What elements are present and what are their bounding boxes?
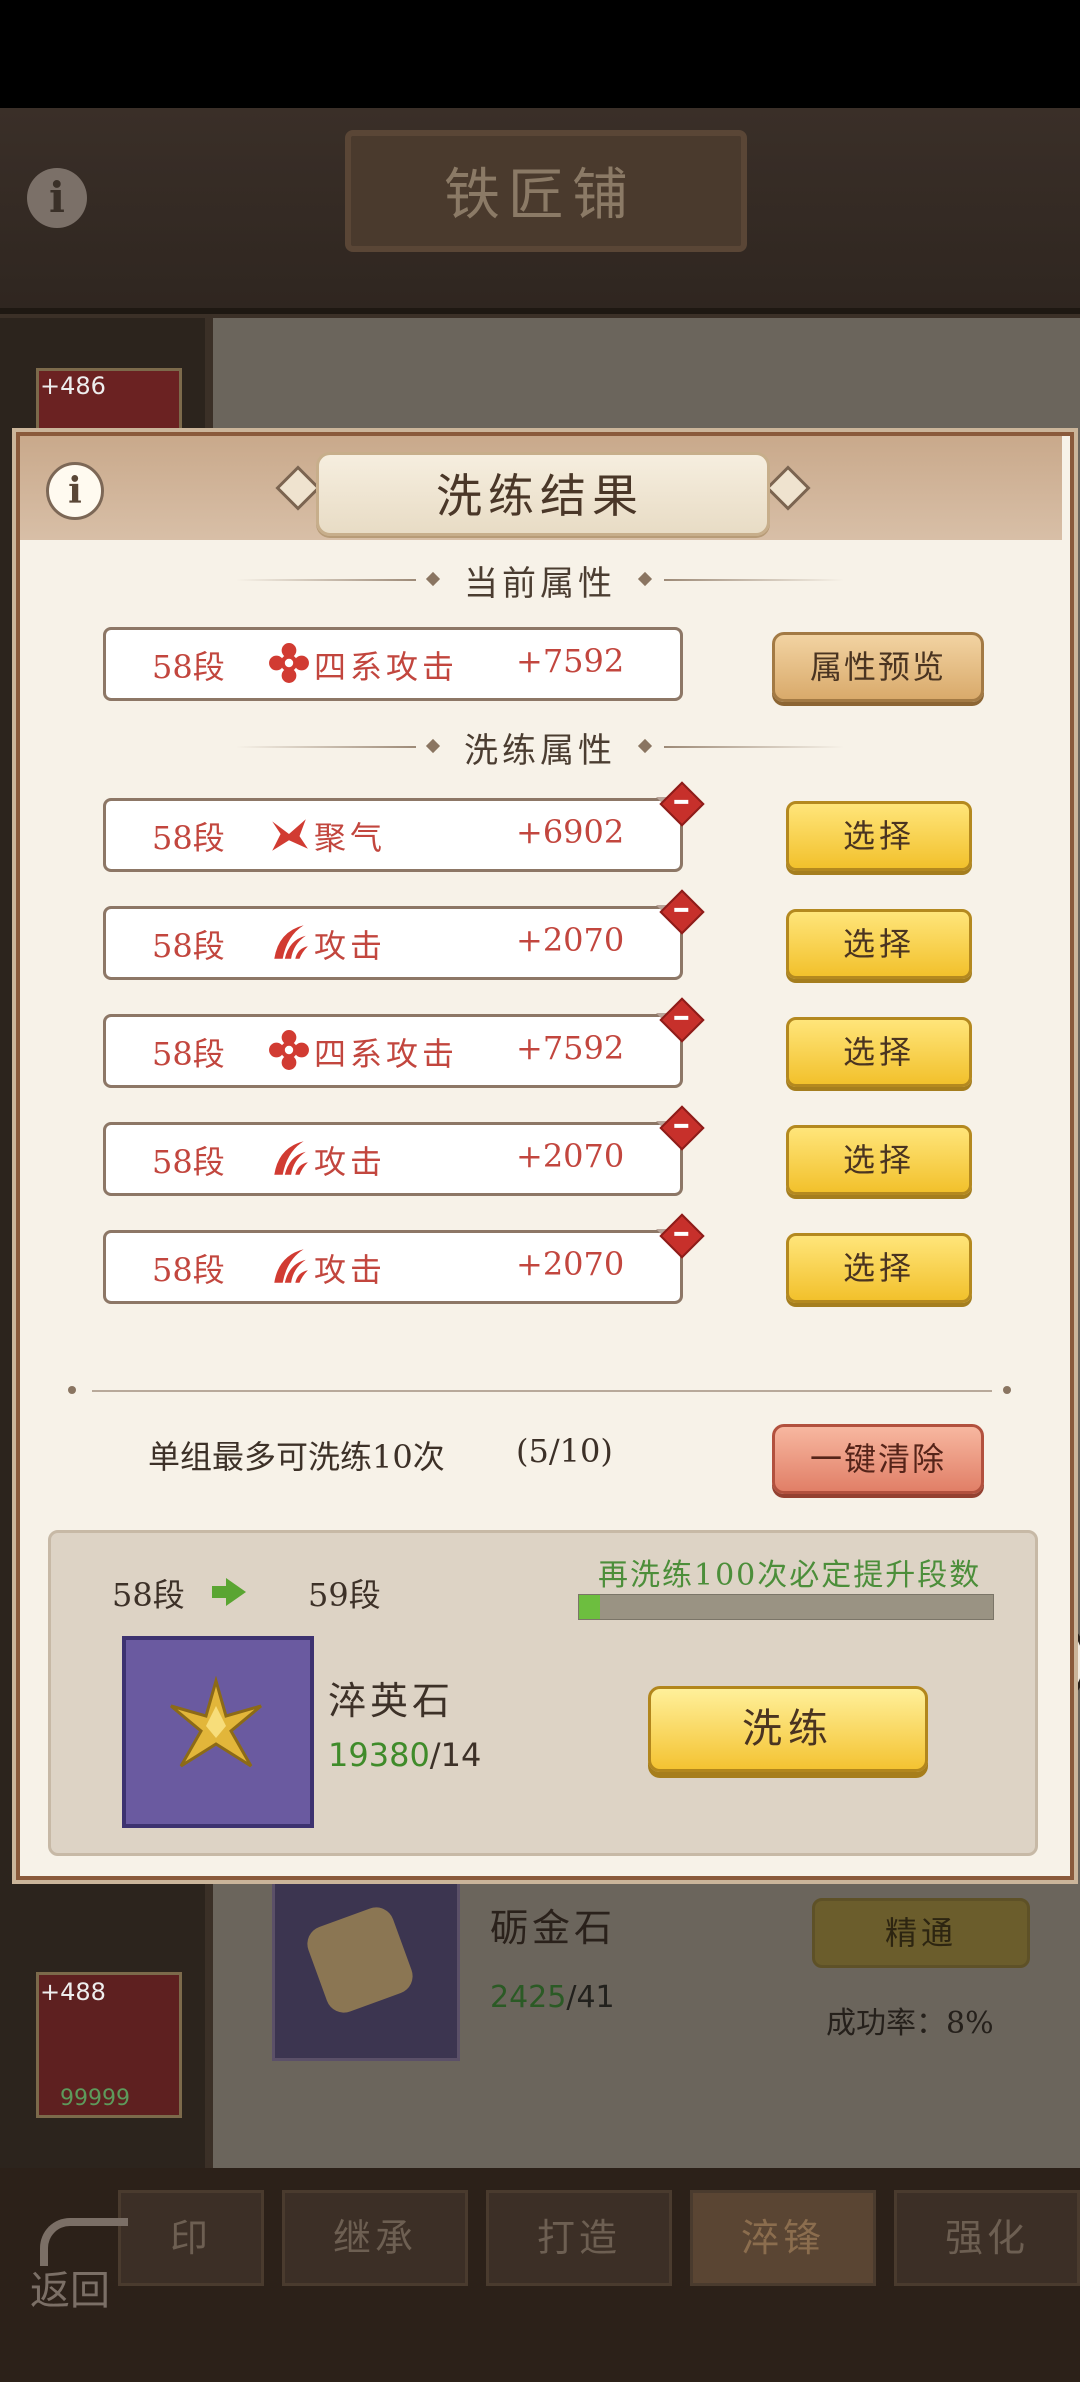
- select-button[interactable]: 选择: [786, 1017, 972, 1087]
- attr-name: 攻击: [314, 1251, 387, 1289]
- refine-limit-text: 单组最多可洗练10次: [148, 1438, 445, 1476]
- tab-seal[interactable]: 印: [118, 2190, 264, 2286]
- tab-temper[interactable]: 淬锋: [690, 2190, 876, 2286]
- attr-name: 四系攻击: [314, 1035, 459, 1073]
- stone-count: 19380/14: [328, 1736, 481, 1774]
- equipment-level: +486: [40, 372, 106, 400]
- refine-result-row: 58段 攻击 +2070: [103, 1121, 684, 1196]
- attr-tier: 58段: [152, 927, 225, 965]
- item-need: /41: [566, 1980, 615, 2015]
- success-rate: 成功率：8%: [826, 2006, 994, 2041]
- back-button[interactable]: 返回: [30, 2258, 110, 2316]
- clear-all-button[interactable]: 一键清除: [772, 1424, 984, 1494]
- item-count: 2425/41: [490, 1980, 615, 2015]
- attr-name: 攻击: [314, 1143, 387, 1181]
- attr-tier: 58段: [152, 1035, 225, 1073]
- select-button[interactable]: 选择: [786, 1125, 972, 1195]
- stone-name: 淬英石: [328, 1679, 455, 1723]
- tab-strengthen[interactable]: 强化: [894, 2190, 1080, 2286]
- flower-icon: [269, 643, 309, 683]
- attr-value: +2070: [516, 1137, 625, 1175]
- guarantee-text: 再洗练100次必定提升段数: [598, 1558, 982, 1593]
- tab-forge[interactable]: 打造: [486, 2190, 672, 2286]
- current-tier: 58段: [112, 1576, 185, 1614]
- claw-icon: [274, 1141, 308, 1175]
- item-have: 2425: [490, 1980, 567, 2015]
- select-button[interactable]: 选择: [786, 909, 972, 979]
- flower-icon: [269, 1030, 309, 1070]
- current-attr-row: 58段 四系攻击 +7592: [103, 627, 683, 701]
- equipment-value: 99999: [60, 2086, 130, 2111]
- attr-name: 聚气: [314, 819, 387, 857]
- guarantee-progress-fill: [579, 1595, 600, 1619]
- claw-icon: [274, 925, 308, 959]
- divider: [92, 1390, 992, 1392]
- refine-result-row: 58段 攻击 +2070: [103, 1229, 684, 1304]
- guarantee-progress-track: [578, 1594, 994, 1620]
- select-button[interactable]: 选择: [786, 1233, 972, 1303]
- attr-tier: 58段: [152, 1143, 225, 1181]
- screen-title: 铁匠铺: [444, 163, 636, 228]
- divider-dot: [1003, 1386, 1011, 1394]
- section-line: [664, 579, 844, 581]
- wind-icon: [272, 819, 308, 851]
- attr-value: +6902: [516, 813, 625, 851]
- next-tier: 59段: [308, 1576, 381, 1614]
- claw-icon: [274, 1249, 308, 1283]
- tab-inherit[interactable]: 继承: [282, 2190, 468, 2286]
- crystal-stone-icon: [170, 1676, 262, 1768]
- refine-result-row: 58段 攻击 +2070: [103, 905, 684, 980]
- dialog-title: 洗练结果: [436, 469, 644, 523]
- attr-tier: 58段: [152, 648, 225, 686]
- attr-value: +2070: [516, 1245, 625, 1283]
- info-icon[interactable]: i: [27, 168, 87, 228]
- refine-result-row: 58段 四系攻击 +7592: [103, 1013, 684, 1088]
- attr-tier: 58段: [152, 819, 225, 857]
- attr-value: +7592: [516, 1029, 625, 1067]
- attribute-preview-button[interactable]: 属性预览: [772, 632, 984, 702]
- attr-value: +2070: [516, 921, 625, 959]
- info-icon[interactable]: i: [46, 462, 104, 520]
- attr-value: +7592: [516, 642, 625, 680]
- refine-limit-count: (5/10): [516, 1432, 613, 1470]
- item-name: 砺金石: [490, 1906, 617, 1950]
- refine-result-row: 58段 聚气 +6902: [103, 797, 684, 872]
- divider-dot: [68, 1386, 76, 1394]
- arrow-right-icon: [226, 1578, 246, 1606]
- refine-button[interactable]: 洗练: [648, 1686, 928, 1772]
- stone-need: /14: [429, 1736, 482, 1774]
- mastery-button[interactable]: 精通: [812, 1898, 1030, 1968]
- stone-have: 19380: [328, 1736, 430, 1774]
- attr-tier: 58段: [152, 1251, 225, 1289]
- attr-name: 攻击: [314, 927, 387, 965]
- section-line: [664, 746, 844, 748]
- equipment-level: +488: [40, 1978, 106, 2006]
- attr-name: 四系攻击: [314, 648, 459, 686]
- select-button[interactable]: 选择: [786, 801, 972, 871]
